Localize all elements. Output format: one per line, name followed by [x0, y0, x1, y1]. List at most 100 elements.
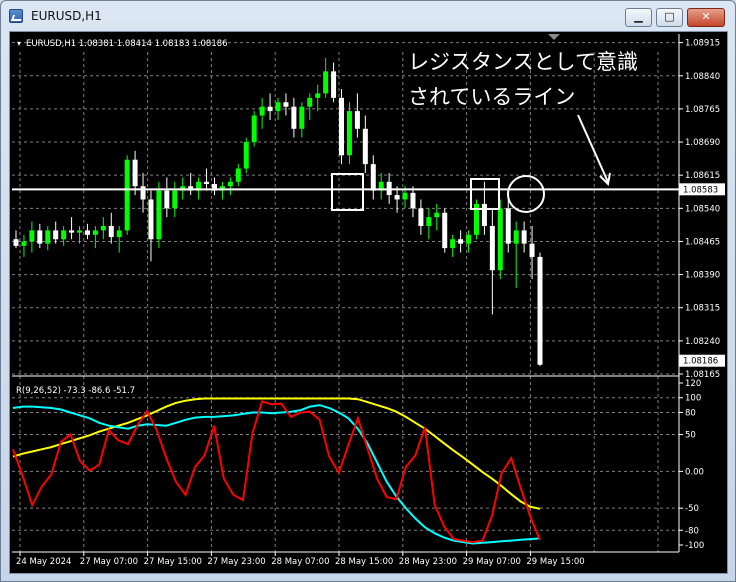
- time-axis-label: 29 May 07:00: [463, 557, 521, 567]
- osc-axis-label: 120: [685, 379, 701, 389]
- candle-body: [45, 230, 51, 244]
- chart-header-arrow-icon: ▾: [17, 39, 21, 48]
- candle-body: [140, 186, 146, 200]
- candle-body: [227, 181, 233, 187]
- candle-body: [69, 230, 75, 233]
- candle-body: [243, 142, 249, 169]
- candle-body: [21, 241, 27, 246]
- close-button[interactable]: ✕: [687, 8, 725, 27]
- candle-body: [315, 93, 321, 98]
- annotation-arrow: [577, 114, 609, 183]
- price-axis-label: 1.08765: [685, 105, 720, 115]
- candle-body: [164, 190, 170, 209]
- axes: 24 May 2024 27 May 07:00 27 May 15:00 27 Ma…: [12, 34, 725, 567]
- osc-axis-label: 80: [685, 408, 696, 418]
- time-axis-label: 29 May 15:00: [526, 557, 584, 567]
- candle-body: [331, 71, 337, 98]
- last-price-label: 1.08186: [683, 357, 718, 367]
- time-axis-label: 24 May 2024: [16, 557, 71, 567]
- price-axis-label: 1.08615: [685, 171, 720, 181]
- time-axis-label: 28 May 15:00: [335, 557, 393, 567]
- candle-body: [450, 239, 456, 249]
- annotation-circle: [507, 175, 545, 213]
- price-axis-label: 1.08465: [685, 237, 720, 247]
- candle-body: [537, 256, 543, 365]
- annotation-square-1: [331, 173, 364, 211]
- candle-body: [116, 230, 122, 238]
- candle-body: [283, 102, 289, 107]
- chart-svg[interactable]: 24 May 2024 27 May 07:00 27 May 15:00 27 Ma…: [10, 32, 729, 575]
- candle-body: [410, 192, 416, 209]
- chart-shift-marker-icon[interactable]: [548, 34, 560, 40]
- time-axis-label: 27 May 23:00: [207, 557, 265, 567]
- candle-body: [29, 230, 35, 242]
- chart-window-icon: [9, 9, 23, 23]
- osc-axis-label: -50: [685, 504, 699, 514]
- price-axis-label: 1.08240: [685, 337, 720, 347]
- candle-body: [394, 195, 400, 200]
- price-axis-label: 1.08390: [685, 271, 720, 281]
- candle-body: [156, 190, 162, 240]
- candle-body: [235, 168, 241, 182]
- candle-body: [61, 230, 67, 240]
- candle-body: [251, 115, 257, 143]
- chart-canvas[interactable]: 24 May 2024 27 May 07:00 27 May 15:00 27 Ma…: [9, 31, 728, 574]
- price-axis-label: 1.08690: [685, 138, 720, 148]
- osc-axis-label: 100: [685, 394, 701, 404]
- candle-body: [426, 217, 432, 226]
- candle-body: [132, 159, 138, 187]
- candle-body: [84, 230, 90, 235]
- candle-body: [275, 102, 281, 112]
- candle-body: [497, 208, 503, 271]
- candle-body: [37, 230, 43, 244]
- annotation-text-line1: レジスタンスとして意識: [408, 50, 638, 74]
- price-axis-label: 1.08840: [685, 72, 720, 82]
- price-pane[interactable]: [12, 58, 679, 367]
- oscillator-header: R(9,26,52) -73.3 -86.6 -51.7: [16, 386, 135, 396]
- candle-body: [77, 230, 83, 233]
- candle-body: [299, 106, 305, 129]
- resistance-price-label: 1.08583: [683, 185, 718, 195]
- candle-body: [513, 230, 519, 244]
- candle-body: [521, 230, 527, 244]
- chart-window: EURUSD,H1 ▁ □ ✕ 24 May 2024 27 May 07:00 2…: [0, 0, 736, 582]
- maximize-button[interactable]: □: [656, 8, 683, 27]
- candle-body: [172, 190, 178, 209]
- oscillator-series-line: [12, 397, 541, 510]
- time-axis-label: 27 May 15:00: [144, 557, 202, 567]
- candle-body: [323, 71, 329, 94]
- candle-body: [481, 203, 487, 226]
- osc-axis-label: 50: [685, 431, 696, 441]
- price-axis-label: 1.08315: [685, 304, 720, 314]
- title-bar[interactable]: EURUSD,H1 ▁ □ ✕: [1, 1, 735, 31]
- candle-body: [458, 239, 464, 244]
- osc-axis-label: -100: [685, 541, 704, 551]
- candle-body: [505, 208, 511, 244]
- time-axis-label: 27 May 07:00: [80, 557, 138, 567]
- oscillator-series-line: [12, 404, 541, 545]
- time-axis-label: 28 May 07:00: [271, 557, 329, 567]
- time-axis-label: 28 May 23:00: [399, 557, 457, 567]
- candle-body: [339, 97, 345, 156]
- candle-body: [466, 234, 472, 244]
- candle-body: [100, 225, 106, 231]
- candle-body: [402, 192, 408, 200]
- candle-body: [148, 199, 154, 240]
- candle-body: [53, 230, 59, 240]
- candle-body: [108, 225, 114, 238]
- osc-axis-label: -80: [685, 526, 699, 536]
- candle-body: [307, 97, 313, 107]
- candle-body: [204, 181, 210, 185]
- window-title: EURUSD,H1: [31, 9, 102, 23]
- candle-body: [370, 164, 376, 191]
- candle-body: [442, 212, 448, 249]
- candle-body: [92, 230, 98, 235]
- candle-body: [354, 111, 360, 129]
- candle-body: [13, 239, 19, 246]
- annotation-text-line2: されているライン: [408, 85, 575, 109]
- candle-body: [291, 106, 297, 129]
- minimize-button[interactable]: ▁: [625, 8, 652, 27]
- candle-body: [346, 111, 352, 156]
- candle-body: [434, 212, 440, 218]
- candle-body: [529, 243, 535, 257]
